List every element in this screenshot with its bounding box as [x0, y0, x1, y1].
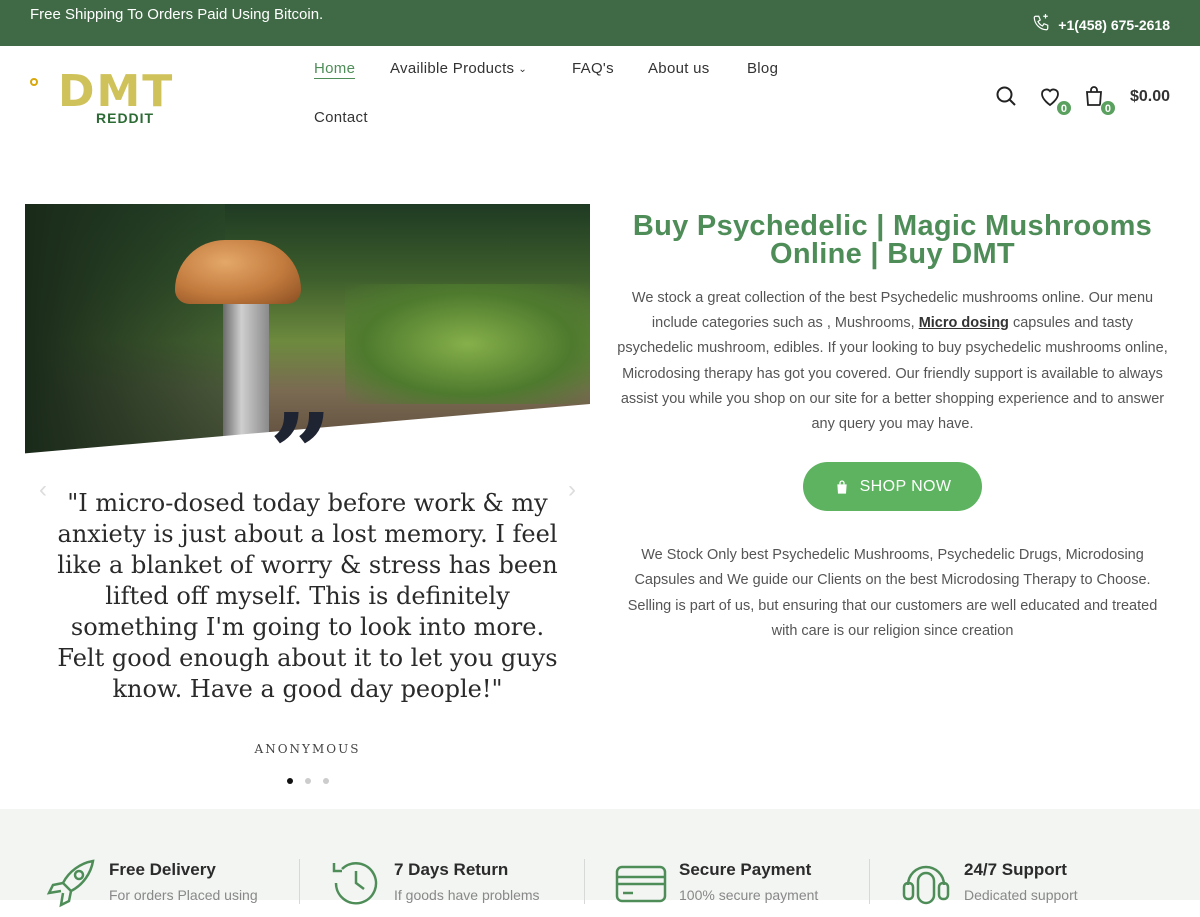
cart-total[interactable]: $0.00 [1130, 88, 1170, 106]
phone-icon [1032, 14, 1050, 35]
feature-desc: For orders Placed using [109, 887, 258, 903]
feature-title: Secure Payment [679, 860, 812, 879]
slider-dot-2[interactable] [304, 778, 311, 784]
feature-divider [299, 859, 300, 904]
nav-contact[interactable]: Contact [314, 109, 368, 126]
testimonial-quote: "I micro-dosed today before work & my an… [57, 489, 558, 703]
mushroom-cap [175, 240, 301, 304]
headset-icon [902, 865, 950, 905]
nav-about-us[interactable]: About us [648, 60, 710, 77]
logo-primary: DMT [58, 66, 175, 117]
search-icon [996, 86, 1016, 106]
search-button[interactable] [994, 84, 1020, 110]
wishlist-button[interactable]: 0 [1038, 84, 1072, 116]
slider-prev-icon[interactable]: ‹ [39, 476, 47, 504]
intro-paragraph: We stock a great collection of the best … [610, 286, 1175, 437]
shipping-promo: Free Shipping To Orders Paid Using Bitco… [30, 6, 324, 23]
phone-link[interactable]: +1(458) 675-2618 [1032, 14, 1170, 35]
feature-title: 24/7 Support [964, 860, 1067, 879]
slider-next-icon[interactable]: › [568, 476, 576, 504]
history-icon [332, 862, 378, 905]
feature-desc: Dedicated support [964, 887, 1078, 903]
nav-available-products-label: Availible Products [390, 60, 515, 77]
cart-button[interactable]: 0 [1082, 84, 1116, 116]
nav-faqs[interactable]: FAQ's [572, 60, 614, 77]
chevron-down-icon: ⌄ [518, 63, 528, 75]
site-logo[interactable]: DMT REDDIT [30, 70, 210, 130]
credit-card-icon [615, 865, 667, 903]
logo-dot [30, 78, 38, 86]
features-strip: Free Delivery For orders Placed using 7 … [0, 809, 1200, 908]
rocket-icon [46, 859, 95, 908]
micro-dosing-link[interactable]: Micro dosing [919, 315, 1009, 331]
phone-number: +1(458) 675-2618 [1058, 16, 1170, 33]
shop-now-button[interactable]: SHOP NOW [803, 462, 982, 512]
wishlist-count-badge: 0 [1055, 100, 1072, 116]
testimonial-slider: ” "I micro-dosed today before work & my … [25, 204, 590, 784]
moss-patch [345, 284, 590, 404]
feature-divider [869, 859, 870, 904]
slider-dots [25, 778, 590, 784]
feature-title: Free Delivery [109, 860, 216, 879]
testimonial-author: ANONYMOUS [254, 742, 361, 756]
header-actions: 0 0 $0.00 [994, 82, 1170, 116]
intro-section: Buy Psychedelic | Magic Mushrooms Online… [610, 212, 1175, 644]
cart-count-badge: 0 [1099, 100, 1116, 116]
top-bar: Free Shipping To Orders Paid Using Bitco… [0, 0, 1200, 46]
logo-secondary: REDDIT [96, 110, 155, 126]
nav-blog[interactable]: Blog [747, 60, 778, 77]
nav-home[interactable]: Home [314, 60, 356, 79]
bag-icon [836, 480, 847, 494]
forest-shade [25, 204, 225, 454]
feature-title: 7 Days Return [394, 860, 509, 879]
feature-divider [584, 859, 585, 904]
intro-title: Buy Psychedelic | Magic Mushrooms Online… [632, 210, 1153, 270]
shop-now-label: SHOP NOW [859, 477, 952, 495]
mushroom-stem [223, 284, 269, 454]
feature-desc: 100% secure payment [679, 887, 819, 903]
about-paragraph: We Stock Only best Psychedelic Mushrooms… [627, 547, 1158, 639]
slider-dot-1[interactable] [286, 778, 293, 784]
nav-available-products[interactable]: Availible Products ⌄ [390, 60, 527, 77]
intro-text-end: capsules and tasty psychedelic mushroom,… [617, 315, 1168, 433]
slider-dot-3[interactable] [322, 778, 329, 784]
feature-desc: If goods have problems [394, 887, 540, 903]
